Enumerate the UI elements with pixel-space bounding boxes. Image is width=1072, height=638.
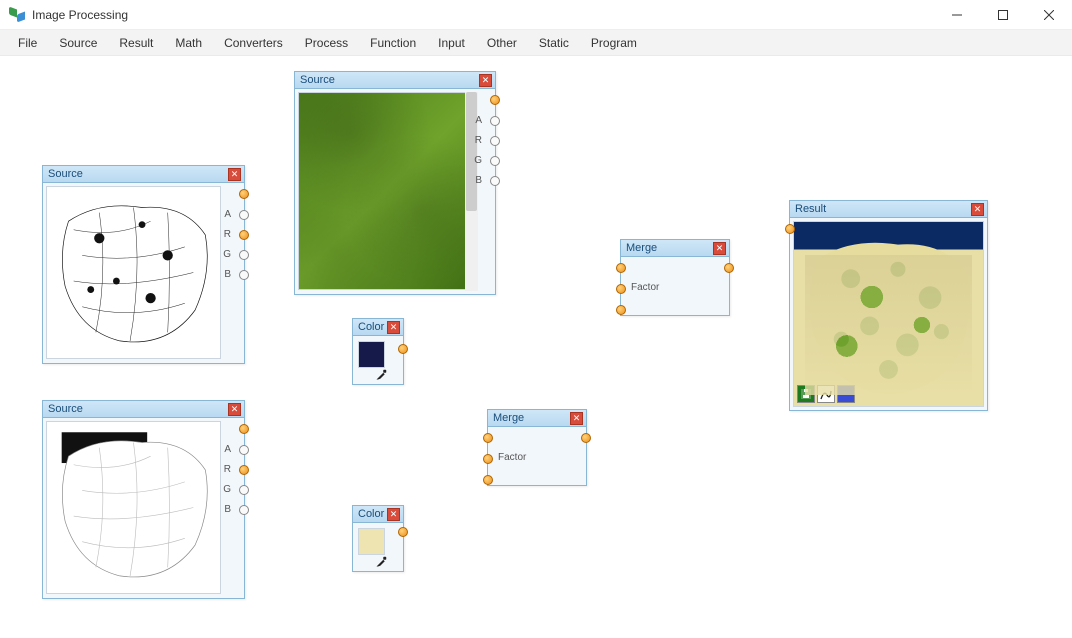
port-out-r[interactable] [239,230,249,240]
port-label-r: R [224,229,231,240]
port-out-r[interactable] [239,465,249,475]
node-close-icon[interactable]: ✕ [971,203,984,216]
port-out-b[interactable] [490,176,500,186]
port-label-g: G [223,484,231,495]
node-title: Merge [493,412,570,424]
eyedropper-icon[interactable] [375,556,387,568]
node-close-icon[interactable]: ✕ [387,321,400,334]
port-out-main[interactable] [490,95,500,105]
node-merge-upper[interactable]: Merge ✕ Factor [620,239,730,316]
port-label-b: B [475,175,482,186]
node-title: Source [48,168,228,180]
port-label-r: R [224,464,231,475]
node-title: Result [795,203,971,215]
node-close-icon[interactable]: ✕ [570,412,583,425]
menu-static[interactable]: Static [529,32,579,54]
thumb-bw-map [46,186,221,359]
app-icon [8,6,26,24]
maximize-button[interactable] [980,0,1026,30]
menu-source[interactable]: Source [49,32,107,54]
node-close-icon[interactable]: ✕ [713,242,726,255]
node-close-icon[interactable]: ✕ [228,168,241,181]
node-source-grass[interactable]: Source ✕ A R G B [294,71,496,295]
port-out[interactable] [398,527,408,537]
window-title: Image Processing [32,8,128,22]
eyedropper-icon[interactable] [375,369,387,381]
menu-result[interactable]: Result [109,32,163,54]
node-source-map1[interactable]: Source ✕ A R G B [42,165,245,364]
menu-other[interactable]: Other [477,32,527,54]
port-label-r: R [475,135,482,146]
port-in-factor[interactable] [616,284,626,294]
menu-function[interactable]: Function [360,32,426,54]
thumb-bw-map [46,421,221,594]
color-swatch-beige[interactable] [358,528,385,555]
port-label-a: A [475,115,482,126]
menu-converters[interactable]: Converters [214,32,293,54]
port-out-main[interactable] [239,189,249,199]
minimize-button[interactable] [934,0,980,30]
port-label-factor: Factor [498,452,526,463]
port-out-main[interactable] [239,424,249,434]
port-out-b[interactable] [239,270,249,280]
port-out-g[interactable] [239,485,249,495]
node-close-icon[interactable]: ✕ [228,403,241,416]
title-bar: Image Processing [0,0,1072,30]
port-in-bottom[interactable] [616,305,626,315]
node-color-beige[interactable]: Color ✕ [352,505,404,572]
port-out[interactable] [398,344,408,354]
port-label-a: A [224,209,231,220]
port-out-r[interactable] [490,136,500,146]
port-out[interactable] [724,263,734,273]
color-icon[interactable] [837,385,855,403]
menu-program[interactable]: Program [581,32,647,54]
node-close-icon[interactable]: ✕ [479,74,492,87]
close-button[interactable] [1026,0,1072,30]
port-in-top[interactable] [616,263,626,273]
port-label-b: B [224,504,231,515]
port-out-a[interactable] [490,116,500,126]
node-title: Color [358,321,387,333]
node-close-icon[interactable]: ✕ [387,508,400,521]
port-out-a[interactable] [239,210,249,220]
thumb-grass [298,92,474,290]
port-in-factor[interactable] [483,454,493,464]
node-result[interactable]: Result ✕ [789,200,988,411]
port-out-a[interactable] [239,445,249,455]
node-title: Color [358,508,387,520]
port-in-top[interactable] [483,433,493,443]
result-toolbar [797,385,855,403]
port-out[interactable] [581,433,591,443]
curve-icon[interactable] [817,385,835,403]
port-label-a: A [224,444,231,455]
node-canvas[interactable]: Source ✕ A R G B Source ✕ A [0,56,1072,638]
port-label-g: G [223,249,231,260]
menu-input[interactable]: Input [428,32,475,54]
node-merge-lower[interactable]: Merge ✕ Factor [487,409,587,486]
menu-math[interactable]: Math [165,32,212,54]
node-title: Source [48,403,228,415]
node-title: Source [300,74,479,86]
port-label-b: B [224,269,231,280]
port-in-bottom[interactable] [483,475,493,485]
color-swatch-navy[interactable] [358,341,385,368]
menu-process[interactable]: Process [295,32,358,54]
port-label-g: G [474,155,482,166]
port-out-g[interactable] [239,250,249,260]
menu-bar: File Source Result Math Converters Proce… [0,30,1072,56]
node-title: Merge [626,242,713,254]
port-label-factor: Factor [631,282,659,293]
port-in[interactable] [785,224,795,234]
port-out-b[interactable] [239,505,249,515]
node-color-navy[interactable]: Color ✕ [352,318,404,385]
node-source-map2[interactable]: Source ✕ A R G B [42,400,245,599]
thumb-result [793,221,984,407]
save-icon[interactable] [797,385,815,403]
port-out-g[interactable] [490,156,500,166]
menu-file[interactable]: File [8,32,47,54]
